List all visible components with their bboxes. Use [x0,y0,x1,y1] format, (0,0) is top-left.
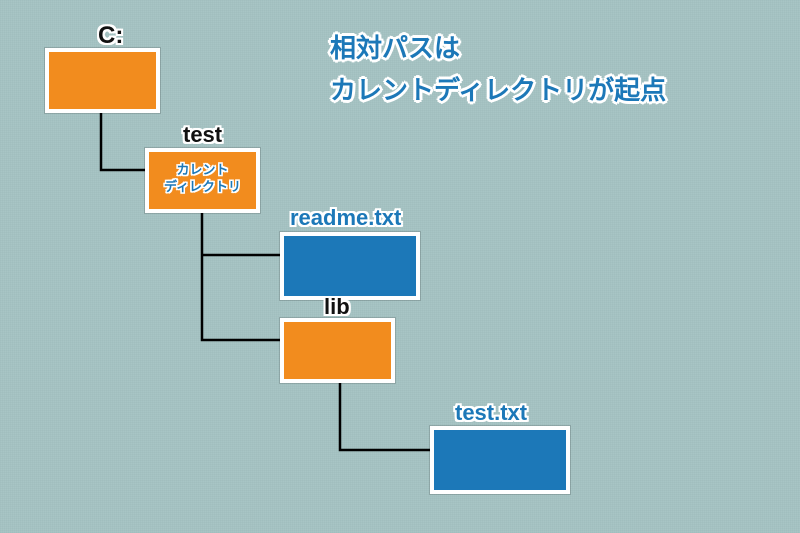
test-sub2: ディレクトリ [164,179,241,194]
node-readme-label: readme.txt [290,205,401,231]
node-testtxt-label: test.txt [455,400,527,426]
node-c-drive [45,48,160,113]
node-lib [280,318,395,383]
title-line2: カレントディレクトリが起点 [330,75,666,105]
node-test: カレント ディレクトリ [145,148,260,213]
node-lib-label: lib [324,294,350,320]
title-line1: 相対パスは [330,33,460,63]
test-sub1: カレント [176,162,228,177]
diagram-title: 相対パスは カレントディレクトリが起点 [330,28,666,111]
node-c-label: C: [98,22,123,50]
node-test-label: test [183,122,222,148]
node-readme [280,232,420,300]
node-testtxt [430,426,570,494]
